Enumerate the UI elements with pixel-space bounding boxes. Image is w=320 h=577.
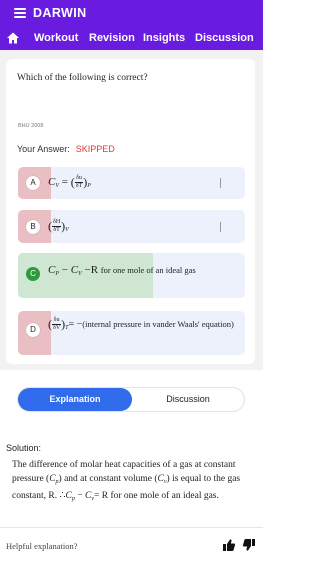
tab-discussion[interactable]: Discussion: [132, 388, 244, 411]
app-bar: DARWIN Workout Revision Insights Discuss…: [0, 0, 263, 50]
option-c-formula: CP − CV −R for one mole of an ideal gas: [48, 264, 196, 277]
explanation-tabs: Explanation Discussion: [17, 387, 245, 412]
question-text: Which of the following is correct?: [17, 73, 148, 83]
option-b-formula: (δH δT)V: [48, 219, 69, 234]
answer-status-badge: SKIPPED: [75, 144, 115, 154]
thumbs-up-icon[interactable]: [222, 538, 236, 552]
nav-item-discussion[interactable]: Discussion: [195, 32, 254, 44]
option-a-divider: [220, 178, 221, 188]
home-icon[interactable]: [6, 31, 20, 45]
option-b[interactable]: B (δH δT)V: [18, 210, 245, 243]
option-a[interactable]: A CV = (δu δT)P: [18, 167, 245, 199]
helpful-label: Helpful explanation?: [6, 541, 78, 551]
option-c[interactable]: C CP − CV −R for one mole of an ideal ga…: [18, 253, 245, 298]
nav-bar: Workout Revision Insights Discussion: [0, 28, 263, 50]
solution-text: The difference of molar heat capacities …: [12, 460, 241, 502]
solution-label: Solution:: [6, 443, 42, 453]
your-answer: Your Answer: SKIPPED: [17, 144, 115, 154]
option-b-divider: [220, 222, 221, 232]
divider: [0, 527, 263, 528]
title-row: DARWIN: [0, 0, 263, 28]
option-a-formula: CV = (δu δT)P: [48, 175, 91, 190]
option-d[interactable]: D (δu δV)T= −(internal pressure in vander…: [18, 311, 245, 355]
your-answer-label: Your Answer:: [17, 144, 70, 154]
thumbs-down-icon[interactable]: [242, 538, 256, 552]
nav-item-revision[interactable]: Revision: [89, 32, 135, 44]
tab-explanation[interactable]: Explanation: [18, 388, 132, 411]
nav-item-insights[interactable]: Insights: [143, 32, 185, 44]
option-b-letter: B: [26, 220, 40, 234]
nav-item-workout[interactable]: Workout: [34, 32, 78, 44]
option-c-letter: C: [26, 267, 40, 281]
option-d-letter: D: [26, 323, 40, 337]
question-source: BHU 2008: [18, 123, 44, 129]
menu-icon[interactable]: [14, 8, 26, 18]
option-d-formula: (δu δV)T= −(internal pressure in vander W…: [48, 317, 234, 331]
app-title: DARWIN: [33, 6, 87, 20]
option-a-letter: A: [26, 176, 40, 190]
